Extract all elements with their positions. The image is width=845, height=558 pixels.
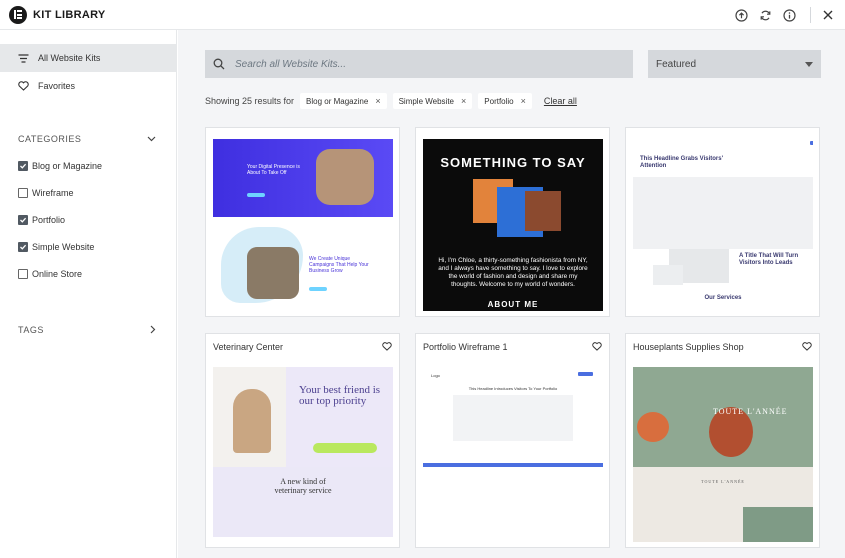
search-box[interactable] xyxy=(205,50,633,78)
chip-label: Portfolio xyxy=(484,96,514,106)
remove-chip-icon[interactable]: × xyxy=(521,96,526,106)
filter-chip[interactable]: Simple Website × xyxy=(392,93,473,109)
active-filters: Showing 25 results for Blog or Magazine … xyxy=(205,92,577,110)
clear-all-link[interactable]: Clear all xyxy=(544,96,577,106)
category-wireframe[interactable]: Wireframe xyxy=(0,179,176,206)
upload-kit-icon[interactable] xyxy=(730,4,752,26)
checkbox-checked[interactable] xyxy=(18,241,28,252)
info-icon[interactable] xyxy=(778,4,800,26)
kit-card[interactable]: Your Digital Presence is About To Take O… xyxy=(205,127,400,317)
caret-down-icon xyxy=(805,61,813,67)
preview-text: Hi, I'm Chloe, a thirty-something fashio… xyxy=(438,257,588,288)
remove-chip-icon[interactable]: × xyxy=(375,96,380,106)
checkbox-unchecked[interactable] xyxy=(18,268,28,279)
preview-text: A new kind of veterinary service xyxy=(274,477,332,495)
checkbox-checked[interactable] xyxy=(18,160,28,171)
preview-text: TOUTE L'ANNÉE xyxy=(713,407,788,416)
search-input[interactable] xyxy=(235,58,615,70)
category-label: Online Store xyxy=(32,268,83,279)
category-blog-or-magazine[interactable]: Blog or Magazine xyxy=(0,152,176,179)
chevron-right-icon xyxy=(150,325,156,336)
results-summary: Showing 25 results for xyxy=(205,96,295,106)
category-label: Blog or Magazine xyxy=(32,160,103,171)
app-title: KIT LIBRARY xyxy=(33,8,106,21)
checkbox-checked[interactable] xyxy=(18,214,28,225)
kit-card[interactable]: This Headline Grabs Visitors' Attention … xyxy=(625,127,820,317)
main-content: Featured Showing 25 results for Blog or … xyxy=(178,30,845,558)
kit-card[interactable]: Houseplants Supplies Shop TOUTE L'ANNÉE … xyxy=(625,333,820,548)
top-bar: KIT LIBRARY xyxy=(0,0,845,30)
preview-text: ABOUT ME xyxy=(487,300,539,309)
elementor-logo-icon xyxy=(9,5,27,24)
filter-chip[interactable]: Portfolio × xyxy=(478,93,532,109)
kit-card[interactable]: Veterinary Center Your best friend is ou… xyxy=(205,333,400,548)
sidebar-item-favorites[interactable]: Favorites xyxy=(0,72,176,100)
preview-text: TOUTE L'ANNÉE xyxy=(701,479,745,484)
chevron-down-icon xyxy=(147,134,156,144)
tags-header[interactable]: TAGS xyxy=(0,320,176,340)
preview-text: This Headline Grabs Visitors' Attention xyxy=(640,156,724,169)
category-label: Portfolio xyxy=(32,214,66,225)
preview-text: Logo xyxy=(431,373,440,378)
filter-icon xyxy=(18,53,30,63)
kit-preview-image[interactable]: Logo This Headline Introduces Visitors T… xyxy=(423,367,603,473)
heart-icon[interactable] xyxy=(382,341,392,353)
sidebar-item-label: All Website Kits xyxy=(38,53,101,63)
kit-title: Portfolio Wireframe 1 xyxy=(423,342,508,352)
preview-text: Our Services xyxy=(704,295,742,301)
chip-label: Simple Website xyxy=(398,96,455,106)
kit-preview-image[interactable]: TOUTE L'ANNÉE TOUTE L'ANNÉE xyxy=(633,367,813,542)
heart-icon xyxy=(18,81,30,91)
preview-text: Your Digital Presence is About To Take O… xyxy=(247,164,300,176)
chip-label: Blog or Magazine xyxy=(306,96,369,106)
sort-selected-value: Featured xyxy=(656,58,697,70)
sidebar: All Website Kits Favorites CATEGORIES Bl… xyxy=(0,30,177,558)
category-label: Wireframe xyxy=(32,187,74,198)
search-icon xyxy=(213,58,225,70)
kit-preview-image[interactable]: Your best friend is our top priority A n… xyxy=(213,367,393,537)
preview-text: We Create Unique Campaigns That Help You… xyxy=(309,256,369,274)
preview-text: Your best friend is our top priority xyxy=(299,384,381,407)
kit-title: Veterinary Center xyxy=(213,342,284,352)
category-online-store[interactable]: Online Store xyxy=(0,260,176,287)
toolbar-divider xyxy=(810,7,811,23)
sidebar-item-label: Favorites xyxy=(38,81,76,91)
heart-icon[interactable] xyxy=(592,341,602,353)
kit-preview-image[interactable]: SOMETHING TO SAY Hi, I'm Chloe, a thirty… xyxy=(423,139,603,311)
sidebar-item-all-website-kits[interactable]: All Website Kits xyxy=(0,44,176,72)
checkbox-unchecked[interactable] xyxy=(18,187,28,198)
preview-text: A Title That Will Turn Visitors Into Lea… xyxy=(739,253,799,266)
sync-icon[interactable] xyxy=(754,4,776,26)
kit-card[interactable]: Portfolio Wireframe 1 Logo This Headline… xyxy=(415,333,610,548)
kit-card[interactable]: SOMETHING TO SAY Hi, I'm Chloe, a thirty… xyxy=(415,127,610,317)
category-simple-website[interactable]: Simple Website xyxy=(0,233,176,260)
category-label: Simple Website xyxy=(32,241,95,252)
close-icon[interactable] xyxy=(817,4,839,26)
kit-preview-image[interactable]: Your Digital Presence is About To Take O… xyxy=(213,139,393,311)
tags-title: TAGS xyxy=(18,325,44,335)
preview-text: SOMETHING TO SAY xyxy=(440,155,586,170)
category-portfolio[interactable]: Portfolio xyxy=(0,206,176,233)
heart-icon[interactable] xyxy=(802,341,812,353)
kit-title: Houseplants Supplies Shop xyxy=(633,342,744,352)
kit-preview-image[interactable]: This Headline Grabs Visitors' Attention … xyxy=(633,131,813,311)
filter-chip[interactable]: Blog or Magazine × xyxy=(300,93,387,109)
categories-title: CATEGORIES xyxy=(18,134,82,144)
sort-select[interactable]: Featured xyxy=(648,50,821,78)
categories-header[interactable]: CATEGORIES xyxy=(0,129,176,149)
preview-text: This Headline Introduces Visitors To You… xyxy=(468,386,558,391)
remove-chip-icon[interactable]: × xyxy=(461,96,466,106)
